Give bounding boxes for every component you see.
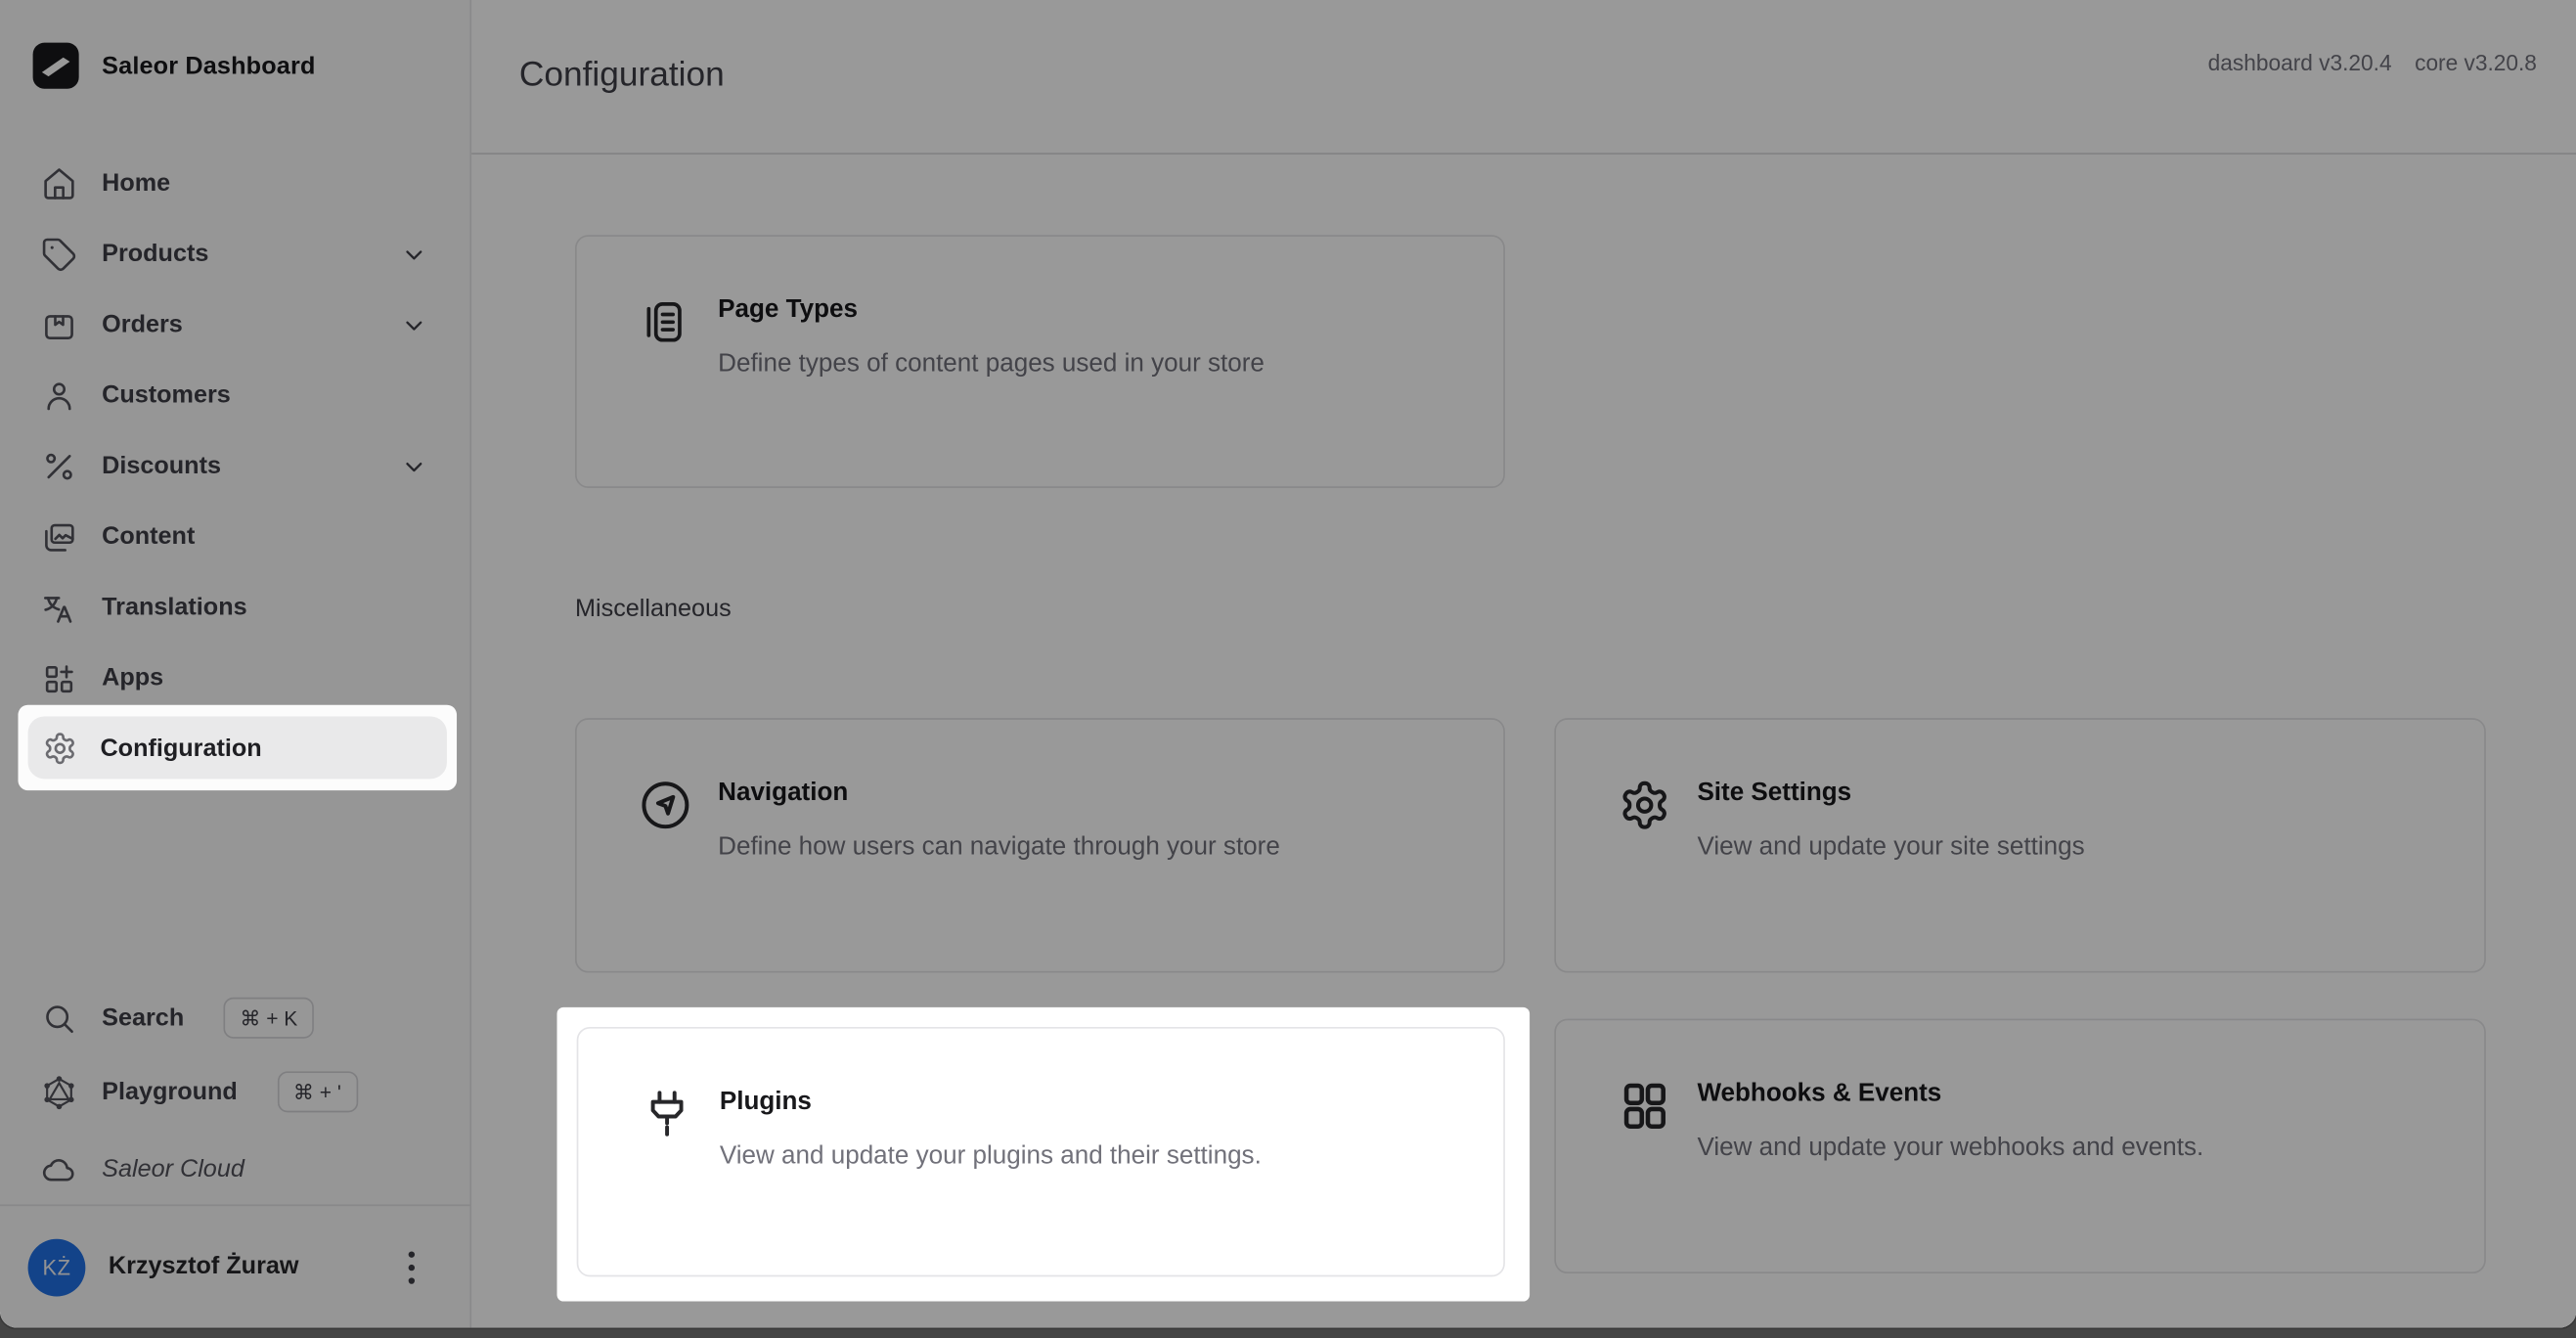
app-window: Saleor Dashboard Home Products Orders Cu…	[0, 0, 2576, 1330]
card-title: Plugins	[719, 1088, 812, 1116]
viewport: Saleor Dashboard Home Products Orders Cu…	[0, 0, 2576, 1338]
plugins-spotlight: Plugins View and update your plugins and…	[556, 1006, 1531, 1302]
gear-icon	[43, 731, 77, 765]
plug-icon	[638, 1085, 696, 1143]
sidebar-item-configuration[interactable]: Configuration	[27, 716, 447, 780]
card-description: View and update your plugins and their s…	[719, 1141, 1262, 1171]
configuration-spotlight: Configuration	[18, 704, 458, 791]
card-plugins[interactable]: Plugins View and update your plugins and…	[576, 1027, 1505, 1277]
sidebar-item-label: Configuration	[100, 734, 262, 762]
